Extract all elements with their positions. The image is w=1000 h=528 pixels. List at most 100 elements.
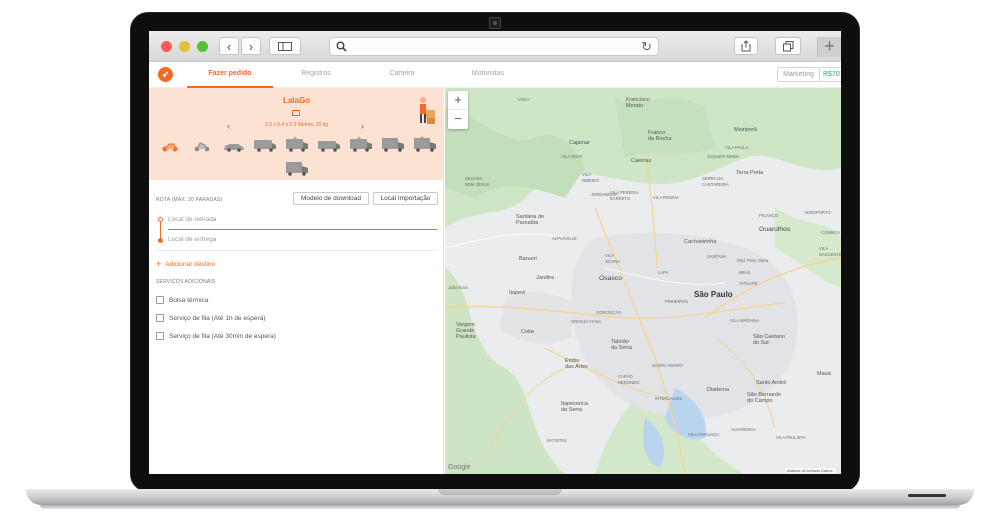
map-place-label: BATISTINI: [547, 438, 567, 443]
map-place-label: Osasco: [599, 275, 623, 282]
map-place-label: Terra Preta: [736, 170, 764, 176]
route-divider: [168, 229, 437, 230]
map-place-label: Barueri: [519, 256, 537, 262]
map-place-label: Santo André: [756, 380, 787, 386]
map[interactable]: + − VIGIA Francisco Morato Mairiporã Franco…: [445, 88, 841, 474]
laptop-slot: [908, 494, 946, 497]
add-destination-label: Adicionar destino: [165, 261, 216, 268]
pickup-dot-icon: [158, 217, 163, 222]
map-attribution: Atalhos do teclado Dados: [785, 468, 835, 473]
service-label: Bolsa térmica: [169, 296, 209, 304]
route-label: ROTA (MÁX. 20 PARADAS): [156, 197, 223, 203]
vehicle-selector: LalaGo 0.3 x 0.4 x 0.3 Metros, 20 kg ‹ ›: [149, 88, 444, 180]
add-destination-button[interactable]: + Adicionar destino: [156, 259, 215, 269]
camera: [489, 17, 501, 29]
map-place-label: JORDANÉSIA: [591, 192, 618, 197]
checkbox[interactable]: [156, 296, 164, 304]
checkbox[interactable]: [156, 314, 164, 322]
zoom-control: + −: [448, 91, 468, 129]
map-place-label: Embu das Artes: [565, 358, 588, 370]
service-label: Serviço de fila (Até 1h de espera): [169, 314, 266, 322]
map-place-label: Mairiporã: [734, 127, 757, 133]
map-place-label: VILA PAULISTA: [776, 435, 806, 440]
map-place-label: Jandira: [536, 275, 555, 281]
search-icon: [336, 41, 347, 52]
map-place-label: São Paulo: [694, 290, 733, 299]
address-bar[interactable]: ↻: [329, 37, 659, 56]
van-4-icon[interactable]: [349, 136, 373, 152]
zoom-in-button[interactable]: +: [448, 91, 468, 110]
dropoff-input[interactable]: Local de entrega: [168, 236, 216, 243]
maximize-window-button[interactable]: [197, 41, 208, 52]
new-tab-icon[interactable]: +: [817, 37, 841, 57]
service-option[interactable]: Serviço de fila (Até 1h de espera): [156, 313, 265, 323]
van-3-icon[interactable]: [317, 138, 341, 152]
box-icon: [292, 110, 300, 116]
map-place-label: GRANJA VIANA: [571, 319, 602, 324]
map-place-label: SANTANA: [707, 254, 727, 259]
map-place-label: Taboão da Serra: [611, 339, 633, 351]
map-place-label: PICANÇO: [759, 213, 779, 218]
services-label: SERVIÇOS ADICIONAIS: [156, 279, 216, 285]
van-2-icon[interactable]: [285, 136, 309, 152]
car-icon[interactable]: [223, 142, 245, 152]
import-locations-button[interactable]: Local Importação: [373, 192, 438, 205]
vehicle-prev-arrow[interactable]: ‹: [227, 121, 230, 131]
motorcycle-icon[interactable]: [161, 140, 179, 152]
map-place-label: Rod. Pres. Dutra: [737, 258, 769, 263]
map-place-label: São Caetano do Sul: [753, 334, 786, 346]
map-place-label: LAPA: [658, 270, 669, 275]
map-place-label: VIGIA: [518, 97, 530, 102]
map-background: [445, 88, 841, 474]
sidebar-icon[interactable]: [269, 37, 301, 55]
map-place-label: Franco da Rocha: [648, 130, 672, 142]
map-place-label: São Bernardo do Campo: [747, 392, 781, 404]
close-window-button[interactable]: [161, 41, 172, 52]
tabs-icon[interactable]: [775, 37, 801, 55]
share-icon[interactable]: [734, 37, 758, 55]
tab-carteira[interactable]: Carteira: [359, 62, 445, 88]
tab-motoristas[interactable]: Motoristas: [445, 62, 531, 88]
map-place-label: Guarulhos: [759, 226, 791, 233]
map-place-label: SERRA DA CANTAREIRA: [702, 176, 729, 187]
tab-fazer-pedido[interactable]: Fazer pedido: [187, 62, 273, 88]
service-option[interactable]: Serviço de fila (Até 30min de espera): [156, 331, 276, 341]
map-place-label: Santana de Parnaíba: [516, 214, 545, 226]
checkbox[interactable]: [156, 332, 164, 340]
forward-icon[interactable]: ›: [241, 37, 261, 55]
map-place-label: VILA RIBEIRO: [582, 172, 600, 183]
scooter-icon[interactable]: [193, 140, 211, 152]
map-place-label: Vargem Grande Paulista: [456, 322, 476, 340]
reload-icon[interactable]: ↻: [641, 40, 652, 54]
map-place-label: AEROPORTO: [804, 210, 831, 215]
laptop-base-edge: [40, 505, 960, 509]
pickup-input[interactable]: Local de retirada: [168, 216, 216, 223]
back-icon[interactable]: ‹: [219, 37, 239, 55]
map-place-label: VILA ROSINA: [653, 195, 680, 200]
download-template-button[interactable]: Modelo de download: [293, 192, 369, 205]
courier-illustration: [420, 97, 435, 124]
map-place-label: CONCEIÇÃO: [596, 310, 622, 315]
minimize-window-button[interactable]: [179, 41, 190, 52]
marketing-button[interactable]: Marketing: [777, 67, 820, 82]
google-logo: Google: [448, 464, 471, 471]
truck-icon[interactable]: [381, 136, 405, 152]
plus-icon: +: [156, 259, 162, 269]
zoom-out-button[interactable]: −: [448, 110, 468, 129]
map-place-label: João Novo: [448, 285, 469, 290]
map-place-label: CAPÃO REDONDO: [618, 374, 640, 385]
map-place-label: VILA MARIANA: [730, 318, 760, 323]
truck-3-icon[interactable]: [285, 160, 309, 176]
service-option[interactable]: Bolsa térmica: [156, 295, 208, 305]
map-place-label: Caieiras: [631, 158, 652, 164]
vehicle-next-arrow[interactable]: ›: [361, 121, 364, 131]
vehicle-dimensions: 0.3 x 0.4 x 0.3 Metros, 20 kg: [264, 122, 329, 128]
tab-registros[interactable]: Registros: [273, 62, 359, 88]
map-place-label: VILA NOVA: [561, 154, 583, 159]
lalamove-logo[interactable]: ➶: [158, 67, 173, 82]
dropoff-dot-icon: [158, 238, 163, 243]
wallet-balance[interactable]: R$70: [820, 67, 841, 82]
van-icon[interactable]: [253, 138, 277, 152]
map-place-label: CUMBICA: [821, 230, 841, 235]
truck-2-icon[interactable]: [413, 136, 437, 152]
